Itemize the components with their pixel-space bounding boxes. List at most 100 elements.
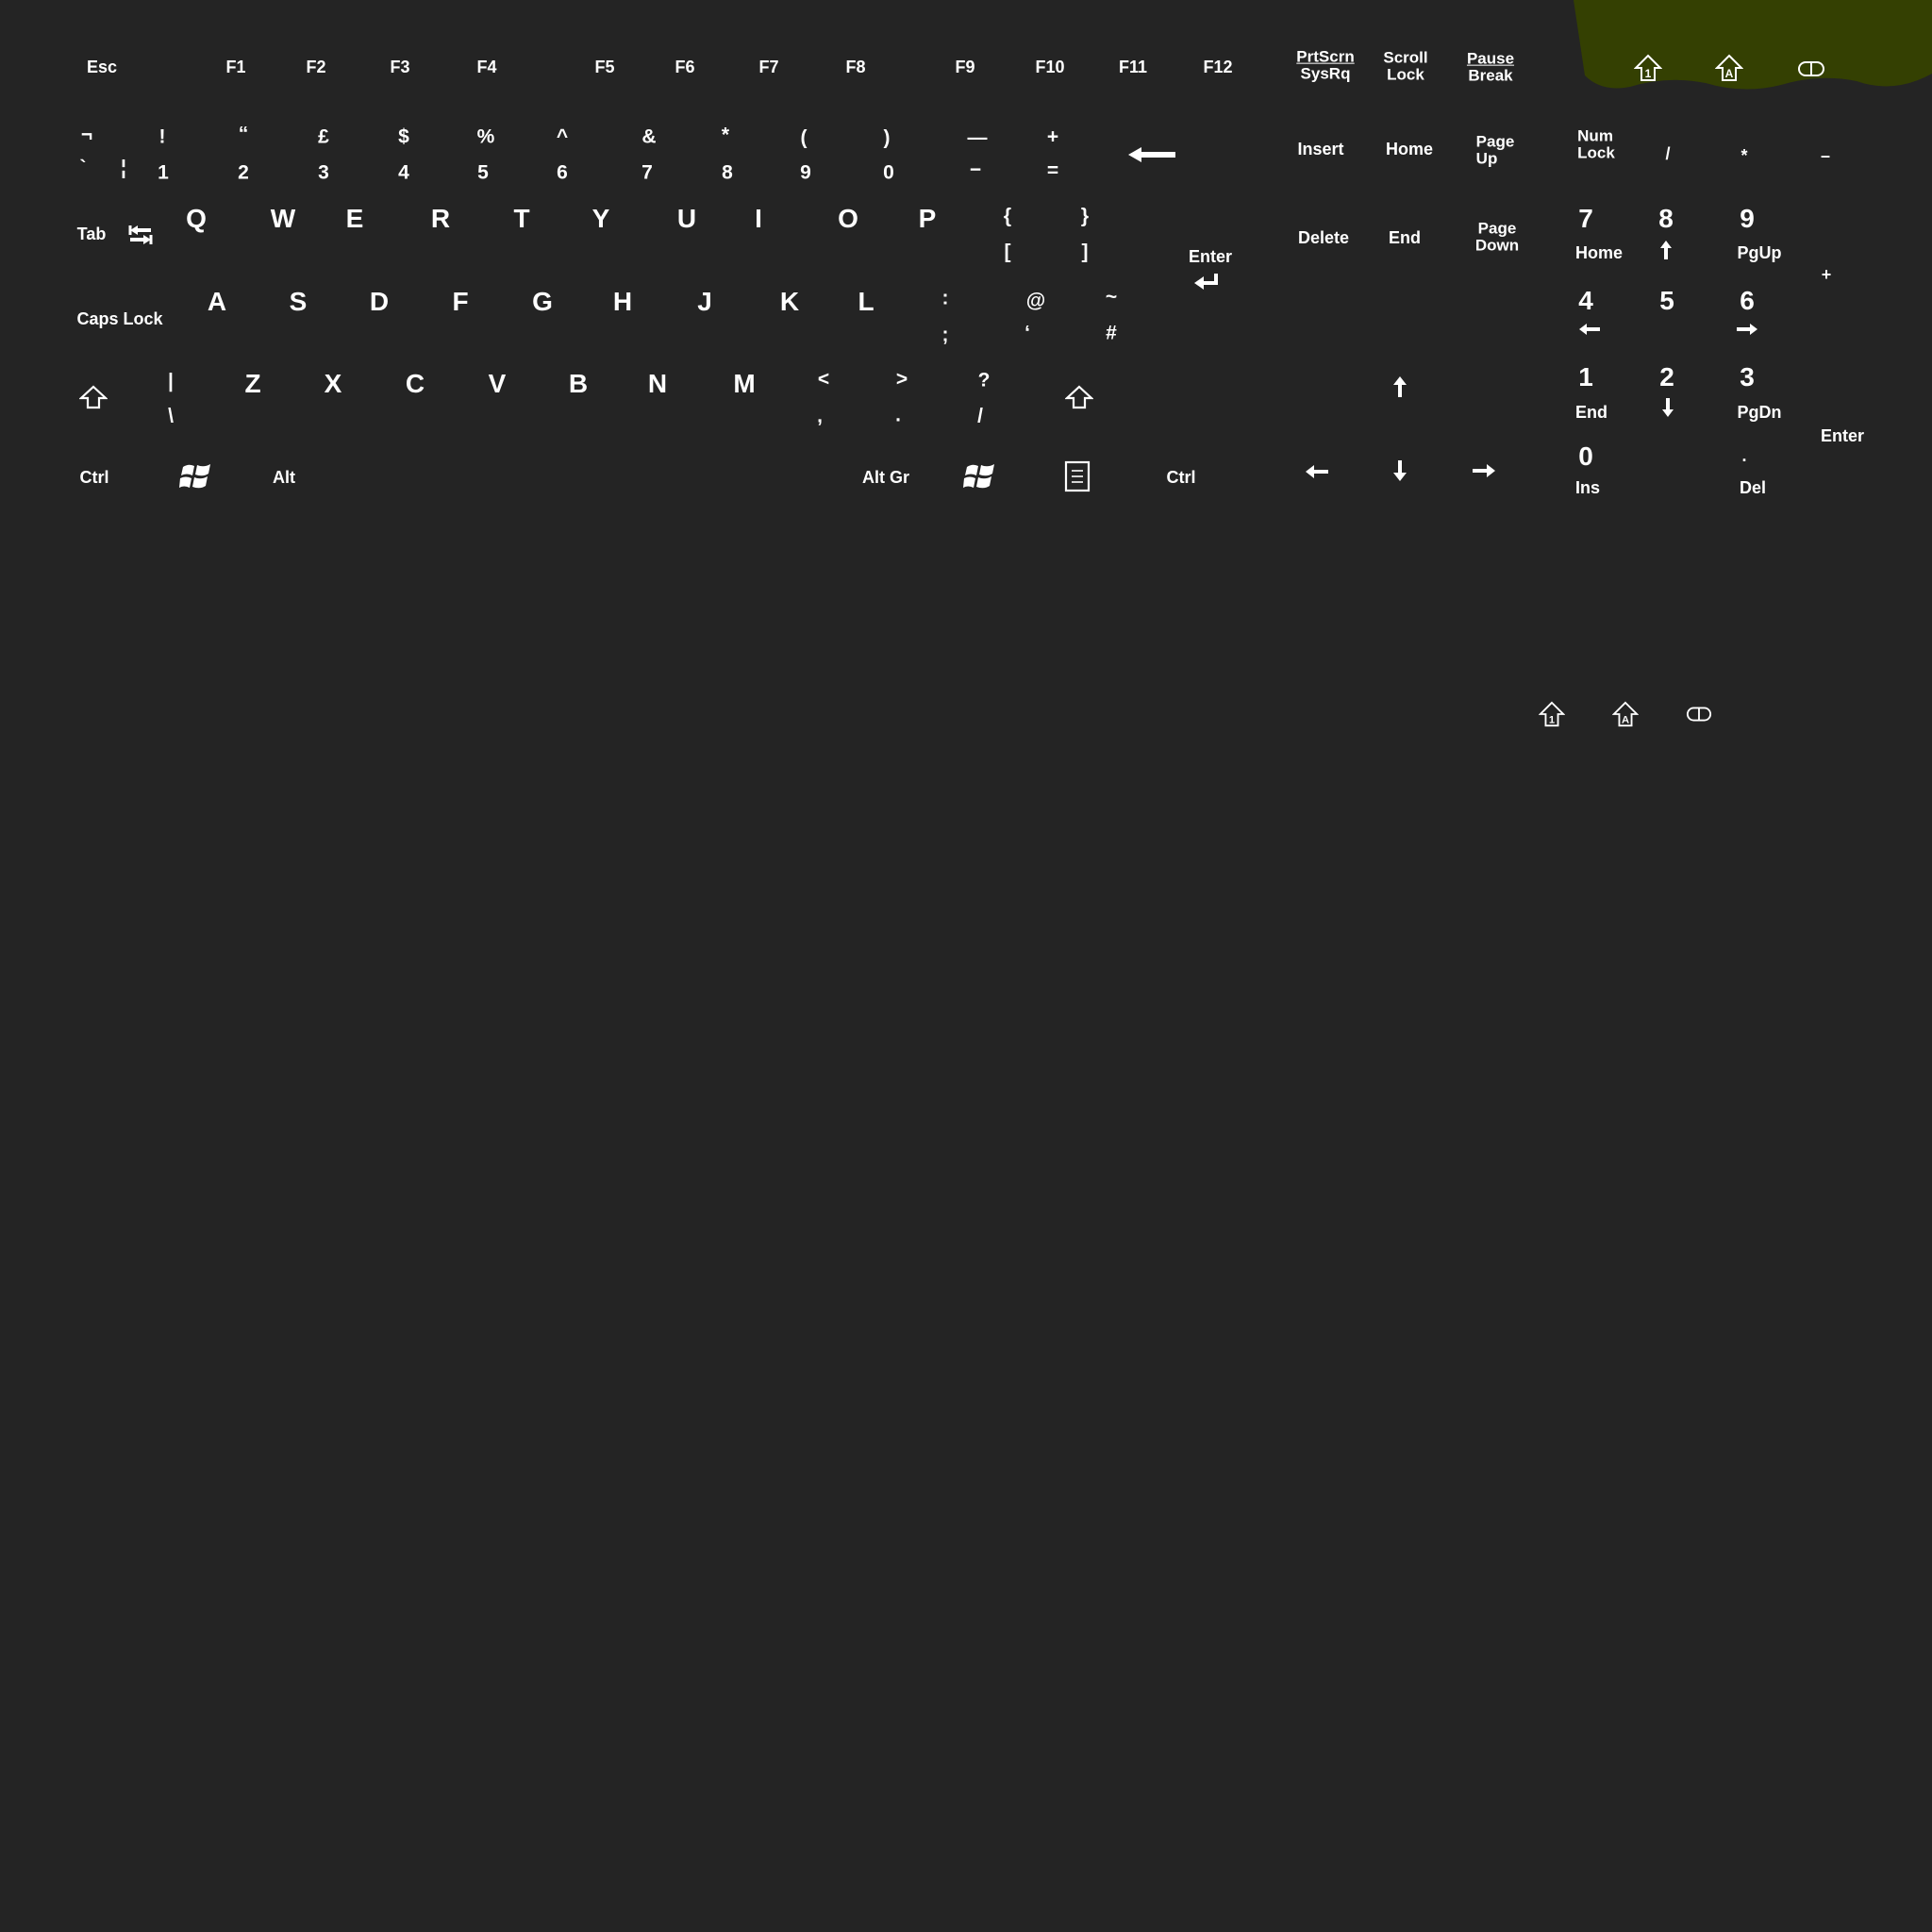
key-b[interactable]: B bbox=[569, 371, 588, 397]
key-k[interactable]: K bbox=[780, 289, 799, 315]
key-numpad-6[interactable]: 6 bbox=[1740, 288, 1755, 314]
key-f4[interactable]: F4 bbox=[476, 58, 496, 75]
key-f3[interactable]: F3 bbox=[390, 58, 409, 75]
key-8[interactable]: 8 bbox=[722, 163, 733, 183]
key-f7[interactable]: F7 bbox=[758, 58, 778, 75]
key-delete[interactable]: Delete bbox=[1298, 229, 1349, 246]
key-n[interactable]: N bbox=[648, 371, 667, 397]
key-o[interactable]: O bbox=[838, 206, 858, 232]
key-a[interactable]: A bbox=[208, 289, 226, 315]
key-p[interactable]: P bbox=[919, 206, 937, 232]
key-numpad-1[interactable]: 1 bbox=[1578, 364, 1593, 391]
key-u[interactable]: U bbox=[677, 206, 696, 232]
key-numpad-4[interactable]: 4 bbox=[1578, 288, 1593, 314]
key-f5[interactable]: F5 bbox=[594, 58, 614, 75]
key-f2[interactable]: F2 bbox=[306, 58, 325, 75]
key-y[interactable]: Y bbox=[592, 206, 610, 232]
key-close-bracket[interactable]: ] bbox=[1082, 242, 1089, 262]
key-prtscrn-sysrq[interactable]: PrtScrn SysRq bbox=[1296, 48, 1354, 84]
key-grave[interactable]: ` bbox=[80, 158, 87, 178]
key-7[interactable]: 7 bbox=[641, 163, 653, 183]
key-comma[interactable]: , bbox=[817, 407, 823, 426]
key-home[interactable]: Home bbox=[1386, 141, 1433, 158]
key-numpad-divide[interactable]: / bbox=[1665, 145, 1670, 162]
right-windows-icon[interactable] bbox=[963, 461, 997, 491]
key-left-alt[interactable]: Alt bbox=[273, 469, 295, 486]
left-shift-icon[interactable] bbox=[79, 385, 108, 409]
key-1[interactable]: 1 bbox=[158, 163, 169, 183]
key-3[interactable]: 3 bbox=[318, 163, 329, 183]
key-semicolon[interactable]: ; bbox=[942, 325, 949, 345]
key-num-lock[interactable]: Num Lock bbox=[1577, 127, 1615, 163]
key-period[interactable]: . bbox=[895, 406, 901, 425]
right-shift-icon[interactable] bbox=[1065, 385, 1093, 409]
key-numpad-0[interactable]: 0 bbox=[1578, 443, 1593, 470]
key-backslash[interactable]: \ bbox=[168, 407, 174, 426]
key-page-up[interactable]: Page Up bbox=[1476, 133, 1515, 169]
key-v[interactable]: V bbox=[489, 371, 507, 397]
key-i[interactable]: I bbox=[755, 206, 762, 232]
left-windows-icon[interactable] bbox=[179, 461, 213, 491]
key-0[interactable]: 0 bbox=[883, 163, 894, 183]
arrow-left-key-icon[interactable] bbox=[1305, 464, 1329, 479]
key-caps-lock[interactable]: Caps Lock bbox=[76, 310, 162, 327]
key-s[interactable]: S bbox=[290, 289, 308, 315]
arrow-up-key-icon[interactable] bbox=[1392, 375, 1407, 398]
key-enter[interactable]: Enter bbox=[1189, 248, 1232, 265]
key-f9[interactable]: F9 bbox=[955, 58, 974, 75]
key-numpad-plus[interactable]: + bbox=[1822, 266, 1832, 283]
key-f10[interactable]: F10 bbox=[1035, 58, 1064, 75]
key-open-bracket[interactable]: [ bbox=[1005, 242, 1011, 262]
key-m[interactable]: M bbox=[733, 371, 755, 397]
key-numpad-2[interactable]: 2 bbox=[1659, 364, 1674, 391]
key-h[interactable]: H bbox=[613, 289, 632, 315]
key-page-down[interactable]: Page Down bbox=[1475, 220, 1519, 256]
key-g[interactable]: G bbox=[532, 289, 553, 315]
key-pause-break[interactable]: Pause Break bbox=[1467, 50, 1514, 86]
key-e[interactable]: E bbox=[346, 206, 364, 232]
key-6[interactable]: 6 bbox=[557, 163, 568, 183]
key-x[interactable]: X bbox=[325, 371, 342, 397]
key-numpad-enter[interactable]: Enter bbox=[1821, 427, 1864, 444]
key-quote[interactable]: ‘ bbox=[1024, 324, 1030, 343]
key-z[interactable]: Z bbox=[244, 371, 260, 397]
key-numpad-minus[interactable]: – bbox=[1821, 147, 1830, 164]
key-right-ctrl[interactable]: Ctrl bbox=[1167, 469, 1196, 486]
key-f8[interactable]: F8 bbox=[845, 58, 865, 75]
key-f11[interactable]: F11 bbox=[1119, 58, 1147, 75]
key-q[interactable]: Q bbox=[186, 206, 207, 232]
key-minus[interactable]: − bbox=[970, 160, 981, 180]
key-alt-gr[interactable]: Alt Gr bbox=[862, 469, 909, 486]
key-c[interactable]: C bbox=[406, 371, 425, 397]
key-numpad-3[interactable]: 3 bbox=[1740, 364, 1755, 391]
key-2[interactable]: 2 bbox=[238, 163, 249, 183]
key-4[interactable]: 4 bbox=[398, 163, 409, 183]
key-r[interactable]: R bbox=[431, 206, 450, 232]
key-f[interactable]: F bbox=[452, 289, 468, 315]
key-numpad-7[interactable]: 7 bbox=[1578, 206, 1593, 232]
key-f6[interactable]: F6 bbox=[675, 58, 694, 75]
key-numpad-dot[interactable]: . bbox=[1741, 447, 1746, 464]
key-numpad-8[interactable]: 8 bbox=[1658, 206, 1674, 232]
key-5[interactable]: 5 bbox=[477, 163, 489, 183]
key-f12[interactable]: F12 bbox=[1203, 58, 1232, 75]
key-scroll-lock[interactable]: Scroll Lock bbox=[1383, 49, 1427, 85]
key-d[interactable]: D bbox=[370, 289, 389, 315]
key-numpad-multiply[interactable]: * bbox=[1740, 147, 1747, 164]
key-w[interactable]: W bbox=[271, 206, 295, 232]
key-end[interactable]: End bbox=[1389, 229, 1421, 246]
arrow-down-key-icon[interactable] bbox=[1392, 459, 1407, 482]
key-numpad-5[interactable]: 5 bbox=[1659, 288, 1674, 314]
key-f1[interactable]: F1 bbox=[225, 58, 245, 75]
key-numpad-9[interactable]: 9 bbox=[1740, 206, 1755, 232]
key-esc[interactable]: Esc bbox=[87, 58, 117, 75]
arrow-right-key-icon[interactable] bbox=[1472, 463, 1496, 478]
key-grave-shift[interactable]: ¬ bbox=[81, 125, 92, 145]
key-tab[interactable]: Tab bbox=[77, 225, 107, 242]
key-l[interactable]: L bbox=[858, 289, 874, 315]
key-t[interactable]: T bbox=[513, 206, 529, 232]
key-j[interactable]: J bbox=[697, 289, 712, 315]
key-equals[interactable]: = bbox=[1047, 161, 1058, 181]
key-slash[interactable]: / bbox=[977, 407, 983, 426]
key-insert[interactable]: Insert bbox=[1297, 141, 1343, 158]
